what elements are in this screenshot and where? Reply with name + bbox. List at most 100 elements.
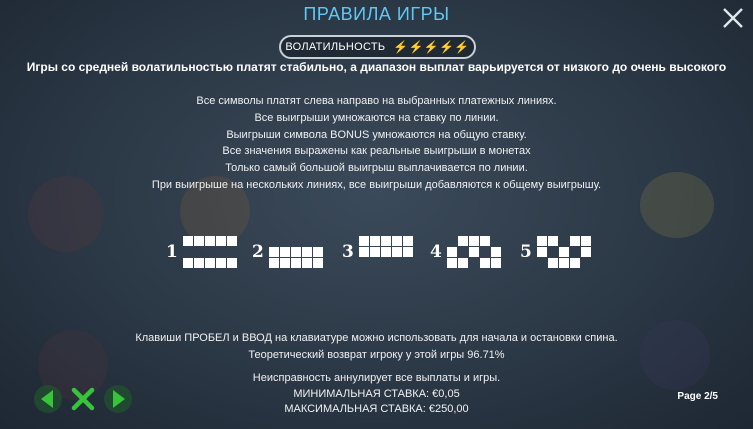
payline-number: 2 — [252, 242, 264, 262]
payline-cell-active — [447, 236, 457, 246]
rule-line: При выигрыше на нескольких линиях, все в… — [151, 178, 602, 191]
previous-page-button[interactable] — [32, 383, 64, 415]
volatility-bolts: ⚡ ⚡ ⚡ ⚡ ⚡ — [393, 41, 469, 53]
payline-cell — [457, 258, 468, 268]
payline-number: 5 — [520, 242, 532, 262]
payline-cell — [536, 247, 547, 257]
payline-cell — [402, 247, 413, 257]
payline-cell-active — [269, 236, 279, 246]
payline-cell — [558, 247, 569, 257]
payline-cell — [358, 247, 369, 257]
payline-cell — [204, 236, 215, 246]
payline-cell-active — [280, 236, 290, 246]
payline-grid — [446, 236, 501, 268]
payline-cell-active — [302, 236, 312, 246]
payline-cell-active — [491, 236, 501, 246]
payline-grid — [358, 236, 413, 268]
payline-cell — [457, 236, 468, 246]
payline-cell — [290, 258, 301, 268]
payline-cell — [279, 258, 290, 268]
close-icon[interactable] — [721, 6, 745, 30]
payline-cell-active — [570, 247, 580, 257]
payline-cell — [547, 236, 558, 246]
payline-cell — [279, 247, 290, 257]
info-line: Клавиши ПРОБЕЛ и ВВОД на клавиатуре можн… — [135, 332, 618, 344]
volatility-label: ВОЛАТИЛЬНОСТЬ — [285, 41, 386, 53]
payline-grid — [182, 236, 237, 268]
rtp-line: Теоретический возврат игроку у этой игры… — [248, 349, 505, 361]
rule-line: Все выигрыши умножаются на ставку по лин… — [254, 111, 499, 124]
volatility-description: Игры со средней волатильностью платят ст… — [26, 60, 727, 74]
payline-cell — [204, 258, 215, 268]
payline-cell — [490, 258, 501, 268]
payline-cell — [468, 247, 479, 257]
payline-cell — [391, 236, 402, 246]
payline-number: 3 — [342, 242, 354, 262]
payline-cell — [402, 236, 413, 246]
rule-line: Только самый большой выигрыш выплачивает… — [225, 162, 528, 175]
payline-cell — [580, 247, 591, 257]
payline-cell-active — [392, 258, 402, 268]
payline-cell — [215, 258, 226, 268]
payline-cell — [479, 236, 490, 246]
payline-cell — [358, 236, 369, 246]
payline-cell-active — [559, 236, 569, 246]
payline-cell-active — [548, 247, 558, 257]
payline-cell — [182, 258, 193, 268]
payline-cell — [380, 236, 391, 246]
payline-cell-active — [581, 258, 591, 268]
lightning-icon-active: ⚡ — [423, 40, 440, 54]
payline-2: 2 — [252, 236, 323, 268]
payline-cell — [446, 258, 457, 268]
payline-cell — [580, 236, 591, 246]
payline-cell-active — [291, 236, 301, 246]
page-navigation — [32, 383, 134, 415]
payline-cell — [558, 258, 569, 268]
payline-cell-active — [370, 258, 380, 268]
payline-cell — [536, 236, 547, 246]
page-title: ПРАВИЛА ИГРЫ — [303, 4, 450, 24]
payline-cell-active — [313, 236, 323, 246]
payline-cell — [569, 258, 580, 268]
payline-cell — [215, 236, 226, 246]
payline-cell — [380, 247, 391, 257]
payline-cell-active — [381, 258, 391, 268]
rules-list: Все символы платят слева направо на выбр… — [0, 93, 753, 194]
payline-cell — [312, 247, 323, 257]
payline-cell — [268, 247, 279, 257]
payline-number: 1 — [166, 242, 178, 262]
payline-grid — [536, 236, 591, 268]
rule-line: Выигрыши символа BONUS умножаются на общ… — [226, 128, 527, 141]
payline-cell — [301, 258, 312, 268]
paylines-diagram: 1 2 3 4 5 — [166, 236, 606, 272]
next-page-button[interactable] — [102, 383, 134, 415]
page-indicator: Page 2/5 — [677, 391, 718, 402]
payline-1: 1 — [166, 236, 237, 268]
payline-cell — [226, 258, 237, 268]
payline-cell — [193, 258, 204, 268]
payline-cell — [312, 258, 323, 268]
payline-cell — [446, 247, 457, 257]
payline-cell — [301, 247, 312, 257]
payline-5: 5 — [520, 236, 591, 268]
lightning-icon-inactive: ⚡ — [439, 40, 455, 54]
payline-cell — [193, 236, 204, 246]
payline-cell — [369, 247, 380, 257]
payline-cell — [182, 236, 193, 246]
payline-cell-active — [359, 258, 369, 268]
payline-cell — [569, 236, 580, 246]
payline-cell-active — [537, 258, 547, 268]
payline-number: 4 — [430, 242, 442, 262]
payline-cell-active — [403, 258, 413, 268]
payline-cell — [268, 258, 279, 268]
controls-info: Клавиши ПРОБЕЛ и ВВОД на клавиатуре можн… — [0, 330, 753, 364]
payline-cell-active — [216, 247, 226, 257]
payline-cell-active — [183, 247, 193, 257]
payline-cell-active — [480, 247, 490, 257]
payline-cell — [369, 236, 380, 246]
volatility-badge: ВОЛАТИЛЬНОСТЬ ⚡ ⚡ ⚡ ⚡ ⚡ — [279, 35, 476, 59]
payline-cell — [226, 236, 237, 246]
payline-grid — [268, 236, 323, 268]
payline-4: 4 — [430, 236, 501, 268]
close-rules-x-button[interactable] — [67, 383, 99, 415]
